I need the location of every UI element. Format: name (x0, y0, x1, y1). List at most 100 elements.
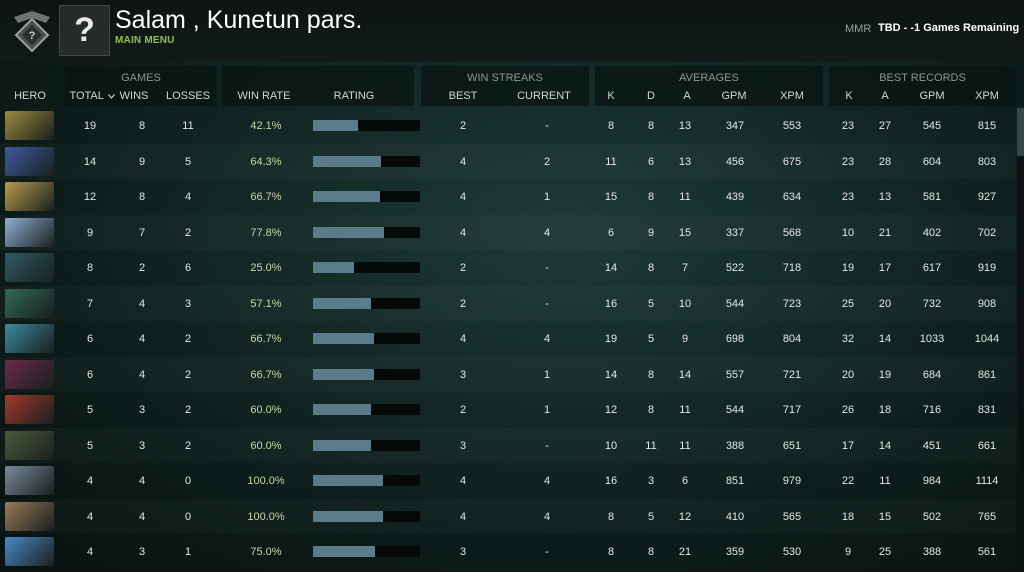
main-menu-link[interactable]: MAIN MENU (115, 35, 175, 46)
cell-wins: 8 (138, 120, 146, 132)
cell-best: 2 (459, 297, 467, 310)
cell-d: 5 (647, 510, 655, 523)
cell-win-rate: 57.1% (250, 297, 282, 310)
cell-k: 8 (607, 120, 615, 132)
col-rating[interactable]: RATING (324, 90, 384, 102)
hero-portrait[interactable] (5, 146, 54, 176)
table-row[interactable]: 5 3 2 60.0% 2 1 12 8 11 544 717 26 18 716 831 (0, 392, 1016, 427)
col-avg-gpm[interactable]: GPM (717, 90, 751, 102)
cell-current: - (545, 439, 549, 452)
table-row[interactable]: 6 4 2 66.7% 4 4 19 5 9 698 804 32 14 1033 1044 (0, 321, 1016, 356)
rating-bar (313, 439, 420, 451)
col-best-assists[interactable]: A (874, 90, 896, 102)
cell-xpm: 553 (782, 120, 802, 132)
hero-portrait[interactable] (5, 501, 54, 531)
cell-ba: 20 (878, 297, 892, 310)
cell-d: 9 (647, 226, 655, 239)
cell-bgpm: 1033 (919, 333, 945, 345)
cell-k: 6 (607, 226, 615, 239)
cell-ba: 21 (878, 226, 892, 239)
col-best-xpm[interactable]: XPM (970, 90, 1004, 102)
hero-portrait[interactable] (5, 359, 54, 389)
col-current-streak[interactable]: CURRENT (512, 90, 576, 102)
hero-portrait[interactable] (5, 324, 54, 353)
table-row[interactable]: 19 8 11 42.1% 2 - 8 8 13 347 553 23 27 545 815 (0, 108, 1016, 143)
cell-bk: 23 (841, 120, 855, 132)
cell-bxpm: 1044 (974, 333, 1000, 345)
hero-portrait[interactable] (5, 111, 54, 140)
rating-bar (313, 262, 420, 273)
col-best-streak[interactable]: BEST (443, 90, 483, 102)
hero-portrait[interactable] (5, 430, 54, 460)
cell-bk: 20 (841, 368, 855, 381)
cell-xpm: 723 (782, 297, 802, 310)
cell-win-rate: 60.0% (250, 439, 282, 452)
cell-wins: 3 (138, 439, 146, 452)
cell-k: 11 (605, 155, 617, 168)
col-best-kills[interactable]: K (838, 90, 860, 102)
cell-total: 6 (86, 368, 94, 381)
scrollbar-thumb[interactable] (1017, 108, 1024, 156)
cell-ba: 19 (878, 368, 892, 381)
cell-bk: 32 (841, 333, 855, 345)
group-best-records: BEST RECORDS (879, 72, 966, 84)
cell-bk: 22 (841, 475, 855, 487)
cell-xpm: 530 (782, 546, 802, 558)
table-row[interactable]: 8 2 6 25.0% 2 - 14 8 7 522 718 19 17 617 919 (0, 250, 1016, 285)
cell-bk: 18 (841, 510, 855, 523)
rating-bar (313, 475, 420, 486)
cell-gpm: 410 (725, 510, 745, 523)
hero-portrait[interactable] (5, 466, 54, 495)
col-win-rate[interactable]: WIN RATE (231, 90, 297, 102)
scrollbar[interactable] (1017, 108, 1024, 572)
cell-current: 1 (543, 191, 551, 203)
cell-gpm: 522 (725, 262, 745, 274)
hero-portrait[interactable] (5, 182, 54, 211)
col-wins[interactable]: WINS (114, 90, 154, 102)
cell-win-rate: 66.7% (250, 333, 282, 345)
col-hero[interactable]: HERO (6, 90, 54, 102)
cell-current: 1 (543, 368, 551, 381)
cell-k: 19 (604, 333, 618, 345)
table-row[interactable]: 6 4 2 66.7% 3 1 14 8 14 557 721 20 19 684 861 (0, 357, 1016, 392)
hero-portrait[interactable] (5, 253, 54, 282)
hero-portrait[interactable] (5, 288, 54, 318)
col-losses[interactable]: LOSSES (163, 90, 213, 102)
table-row[interactable]: 14 9 5 64.3% 4 2 11 6 13 456 675 23 28 604 803 (0, 144, 1016, 179)
table-row[interactable]: 7 4 3 57.1% 2 - 16 5 10 544 723 25 20 732 908 (0, 286, 1016, 321)
table-row[interactable]: 4 4 0 100.0% 4 4 16 3 6 851 979 22 11 984 1114 (0, 463, 1016, 498)
cell-bgpm: 732 (922, 297, 942, 310)
cell-bgpm: 617 (922, 262, 942, 274)
cell-losses: 2 (184, 404, 192, 416)
hero-portrait[interactable] (5, 217, 54, 247)
cell-gpm: 388 (725, 439, 745, 452)
cell-best: 3 (459, 439, 467, 452)
col-avg-kills[interactable]: K (601, 90, 621, 102)
col-avg-deaths[interactable]: D (641, 90, 661, 102)
player-name: Salam , Kunetun pars. (115, 6, 363, 34)
cell-gpm: 337 (725, 226, 745, 239)
avatar[interactable]: ? (59, 5, 110, 56)
cell-win-rate: 64.3% (250, 155, 282, 168)
table-row[interactable]: 12 8 4 66.7% 4 1 15 8 11 439 634 23 13 581 927 (0, 179, 1016, 214)
rating-bar (313, 226, 420, 238)
cell-win-rate: 77.8% (250, 226, 282, 239)
hero-portrait[interactable] (5, 537, 54, 566)
cell-bk: 19 (841, 262, 855, 274)
cell-bk: 26 (841, 404, 855, 416)
col-best-gpm[interactable]: GPM (915, 90, 949, 102)
col-avg-xpm[interactable]: XPM (775, 90, 809, 102)
cell-k: 16 (604, 475, 618, 487)
cell-ba: 15 (878, 510, 892, 523)
table-row[interactable]: 5 3 2 60.0% 3 - 10 11 11 388 651 17 14 451 661 (0, 428, 1016, 463)
cell-win-rate: 66.7% (250, 368, 282, 381)
table-row[interactable]: 9 7 2 77.8% 4 4 6 9 15 337 568 10 21 402 702 (0, 215, 1016, 250)
cell-a: 9 (681, 333, 689, 345)
cell-xpm: 568 (782, 226, 802, 239)
col-avg-assists[interactable]: A (677, 90, 697, 102)
col-total[interactable]: TOTAL (66, 90, 118, 102)
table-row[interactable]: 4 3 1 75.0% 3 - 8 8 21 359 530 9 25 388 561 (0, 534, 1016, 569)
hero-portrait[interactable] (5, 395, 54, 424)
cell-current: - (545, 262, 549, 274)
table-row[interactable]: 4 4 0 100.0% 4 4 8 5 12 410 565 18 15 502 765 (0, 499, 1016, 534)
